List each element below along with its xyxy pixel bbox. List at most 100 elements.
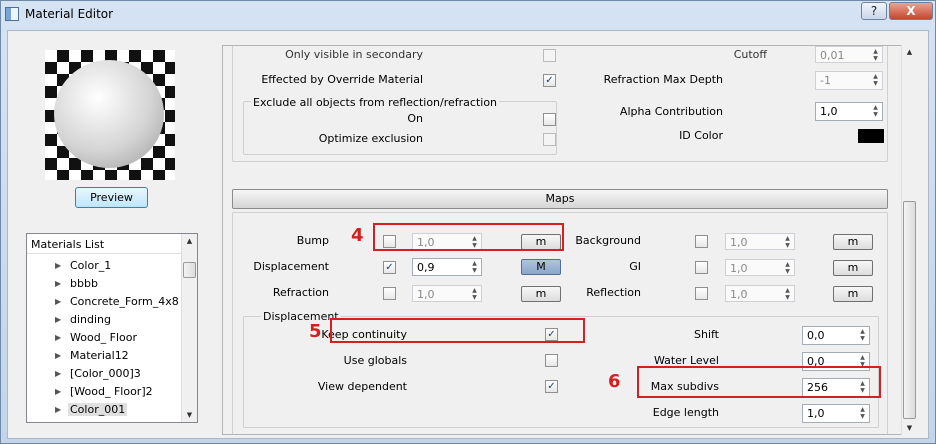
expand-arrow-icon[interactable]: ▶ [55, 279, 61, 288]
close-button[interactable]: X [889, 2, 933, 20]
exclude-group [243, 101, 557, 155]
id-color-label: ID Color [679, 129, 723, 142]
gi-label: GI [629, 260, 641, 273]
bump-label: Bump [296, 234, 329, 247]
preview-sphere [54, 60, 164, 168]
maps-section-header[interactable]: Maps [232, 189, 888, 209]
expand-arrow-icon[interactable]: ▶ [55, 369, 61, 378]
exclude-on-label: On [407, 112, 423, 125]
spinner-arrows-icon[interactable]: ▲ ▼ [870, 48, 881, 63]
window-app-icon [5, 7, 19, 21]
only-visible-secondary-label: Only visible in secondary [285, 48, 423, 61]
displacement-checkbox[interactable]: ✓ [383, 261, 396, 274]
shift-spinner[interactable]: 0,0 ▲ ▼ [802, 326, 870, 345]
expand-arrow-icon[interactable]: ▶ [55, 351, 61, 360]
effected-override-checkbox[interactable]: ✓ [543, 74, 556, 87]
spinner-arrows-icon[interactable]: ▲ ▼ [870, 104, 881, 119]
view-dependent-checkbox[interactable]: ✓ [545, 380, 558, 393]
list-item[interactable]: ▶ Concrete_Form_4x8 [27, 293, 181, 311]
reflection-label: Reflection [586, 286, 641, 299]
spinner-arrows-icon[interactable]: ▲ ▼ [857, 328, 868, 343]
panel-scrollbar[interactable]: ▲ ▼ [901, 45, 917, 435]
list-item[interactable]: ▶ Color_1 [27, 257, 181, 275]
scroll-thumb[interactable] [183, 262, 196, 278]
cutoff-spinner[interactable]: 0,01 ▲ ▼ [815, 46, 883, 63]
alpha-contribution-spinner[interactable]: 1,0 ▲ ▼ [815, 102, 883, 121]
scroll-down-icon[interactable]: ▼ [182, 408, 197, 422]
materials-list[interactable]: Materials List ▶ Color_1 ▶ bbbb ▶ Concrete_… [26, 233, 198, 423]
expand-arrow-icon[interactable]: ▶ [55, 333, 61, 342]
reflection-checkbox[interactable] [695, 287, 708, 300]
displacement-group-title: Displacement [261, 310, 341, 323]
cutoff-label: Cutoff [733, 48, 767, 61]
gi-amount-spinner[interactable]: 1,0 ▲ ▼ [725, 259, 795, 276]
materials-list-header: Materials List [27, 234, 181, 254]
material-preview-image [45, 50, 175, 180]
background-label: Background [575, 234, 641, 247]
help-button[interactable]: ? [861, 2, 887, 20]
id-color-swatch[interactable] [858, 129, 884, 143]
optimize-exclusion-checkbox[interactable] [543, 133, 556, 146]
materials-list-scrollbar[interactable]: ▲ ▼ [181, 234, 197, 422]
spinner-arrows-icon[interactable]: ▲ ▼ [857, 406, 868, 421]
refraction-label: Refraction [272, 286, 329, 299]
scroll-down-icon[interactable]: ▼ [902, 421, 917, 435]
expand-arrow-icon[interactable]: ▶ [55, 297, 61, 306]
alpha-contribution-label: Alpha Contribution [619, 105, 723, 118]
reflection-map-button[interactable]: m [833, 286, 873, 302]
view-dependent-label: View dependent [317, 380, 407, 393]
gi-map-button[interactable]: m [833, 260, 873, 276]
refraction-map-button[interactable]: m [521, 286, 561, 302]
scroll-thumb[interactable] [903, 201, 916, 419]
edge-length-spinner[interactable]: 1,0 ▲ ▼ [802, 404, 870, 423]
scroll-up-icon[interactable]: ▲ [182, 234, 197, 248]
spinner-arrows-icon[interactable]: ▲ ▼ [469, 260, 480, 275]
window-title: Material Editor [25, 7, 114, 21]
list-item[interactable]: ▶ bbbb [27, 275, 181, 293]
exclude-on-checkbox[interactable] [543, 113, 556, 126]
reflection-amount-spinner[interactable]: 1,0 ▲ ▼ [725, 285, 795, 302]
expand-arrow-icon[interactable]: ▶ [55, 261, 61, 270]
displacement-label: Displacement [253, 260, 329, 273]
expand-arrow-icon[interactable]: ▶ [55, 405, 61, 414]
only-visible-secondary-checkbox[interactable] [543, 49, 556, 62]
annotation-number-4: 4 [351, 225, 364, 246]
spinner-arrows-icon[interactable]: ▲ ▼ [782, 287, 793, 302]
list-item[interactable]: ▶ dinding [27, 311, 181, 329]
material-editor-window: Material Editor ? X Preview Materials Li… [0, 0, 936, 444]
exclude-group-title: Exclude all objects from reflection/refr… [251, 96, 500, 109]
expand-arrow-icon[interactable]: ▶ [55, 315, 61, 324]
refraction-max-depth-spinner[interactable]: -1 ▲ ▼ [815, 71, 883, 90]
list-item[interactable]: ▶ Wood_ Floor [27, 329, 181, 347]
highlight-box-6 [637, 366, 881, 398]
shift-label: Shift [693, 328, 719, 341]
preview-button[interactable]: Preview [75, 187, 148, 208]
displacement-map-button[interactable]: M [521, 259, 561, 275]
refraction-amount-spinner[interactable]: 1,0 ▲ ▼ [412, 285, 482, 302]
use-globals-checkbox[interactable] [545, 354, 558, 367]
spinner-arrows-icon[interactable]: ▲ ▼ [469, 287, 480, 302]
background-map-button[interactable]: m [833, 234, 873, 250]
list-item[interactable]: ▶ Material12 [27, 347, 181, 365]
use-globals-label: Use globals [343, 354, 407, 367]
highlight-box-5 [330, 318, 585, 343]
spinner-arrows-icon[interactable]: ▲ ▼ [782, 235, 793, 250]
optimize-exclusion-label: Optimize exclusion [318, 132, 423, 145]
background-amount-spinner[interactable]: 1,0 ▲ ▼ [725, 233, 795, 250]
effected-override-label: Effected by Override Material [261, 73, 423, 86]
refraction-checkbox[interactable] [383, 287, 396, 300]
title-bar[interactable]: Material Editor ? X [1, 1, 935, 29]
refraction-max-depth-label: Refraction Max Depth [603, 73, 723, 86]
background-checkbox[interactable] [695, 235, 708, 248]
list-item-selected[interactable]: ▶ Color_001 [27, 401, 181, 419]
highlight-box-4 [373, 223, 564, 251]
gi-checkbox[interactable] [695, 261, 708, 274]
annotation-number-6: 6 [608, 371, 621, 392]
displacement-amount-spinner[interactable]: 0,9 ▲ ▼ [412, 258, 482, 276]
spinner-arrows-icon[interactable]: ▲ ▼ [870, 73, 881, 88]
spinner-arrows-icon[interactable]: ▲ ▼ [782, 261, 793, 276]
scroll-up-icon[interactable]: ▲ [902, 45, 917, 59]
list-item[interactable]: ▶ [Wood_ Floor]2 [27, 383, 181, 401]
expand-arrow-icon[interactable]: ▶ [55, 387, 61, 396]
list-item[interactable]: ▶ [Color_000]3 [27, 365, 181, 383]
